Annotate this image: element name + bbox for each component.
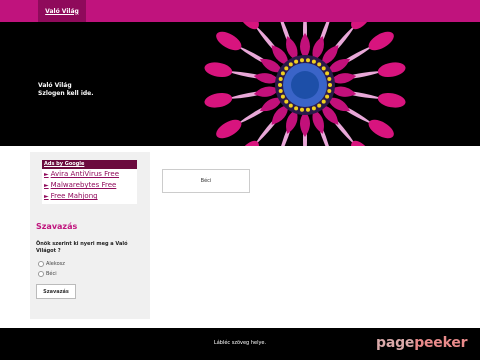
header-text: Való Világ Szlogen kell ide. — [38, 82, 94, 98]
site-header: Való Világ Szlogen kell ide. — [0, 22, 480, 146]
sidebar: Ads by Google ► Avira AntiVirus Free ► Mal… — [30, 152, 150, 319]
radio-button[interactable] — [38, 261, 44, 267]
site-slogan: Szlogen kell ide. — [38, 90, 94, 97]
ad-link-avira[interactable]: ► Avira AntiVirus Free — [42, 169, 137, 180]
flower-banner-image — [204, 22, 406, 146]
ad-link-mahjong[interactable]: ► Free Mahjong — [42, 191, 137, 202]
nav-tab-home[interactable]: Való Világ — [38, 0, 86, 22]
arrow-right-icon: ► — [44, 182, 49, 189]
arrow-right-icon: ► — [44, 193, 49, 200]
poll-title: Szavazás — [36, 222, 78, 231]
radio-button[interactable] — [38, 271, 44, 277]
top-navigation: Való Világ — [0, 0, 480, 22]
poll-option-2[interactable]: Béci — [38, 271, 57, 277]
poll-question: Önök szerint ki nyeri meg a Való Világot… — [36, 241, 128, 254]
pagepeeker-watermark: pagepeeker — [376, 335, 468, 351]
ads-heading[interactable]: Ads by Google — [42, 160, 137, 169]
poll-option-1[interactable]: Alekosz — [38, 261, 65, 267]
ad-link-malwarebytes[interactable]: ► Malwarebytes Free — [42, 180, 137, 191]
arrow-right-icon: ► — [44, 171, 49, 178]
ads-box: Ads by Google ► Avira AntiVirus Free ► Mal… — [42, 160, 137, 204]
content-box: Béci — [162, 169, 250, 193]
vote-button[interactable]: Szavazás — [36, 284, 76, 299]
site-title: Való Világ — [38, 82, 72, 89]
